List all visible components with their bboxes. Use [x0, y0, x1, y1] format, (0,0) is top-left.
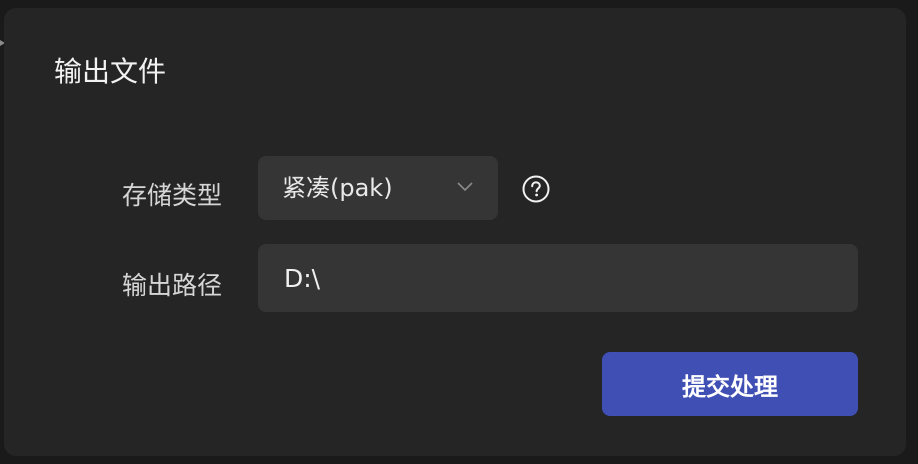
submit-button[interactable]: 提交处理	[602, 352, 858, 416]
storage-type-select[interactable]: 紧凑(pak)	[258, 156, 498, 220]
panel-title: 输出文件	[54, 55, 167, 88]
chevron-down-icon	[457, 182, 473, 192]
help-circle-icon[interactable]	[521, 174, 551, 204]
output-path-input[interactable]	[258, 244, 858, 312]
output-path-label: 输出路径	[122, 271, 223, 300]
storage-type-label: 存储类型	[122, 181, 223, 210]
output-file-panel: 输出文件 存储类型 紧凑(pak) 输出路径 提交处理	[4, 8, 906, 456]
storage-type-value: 紧凑(pak)	[282, 174, 393, 202]
